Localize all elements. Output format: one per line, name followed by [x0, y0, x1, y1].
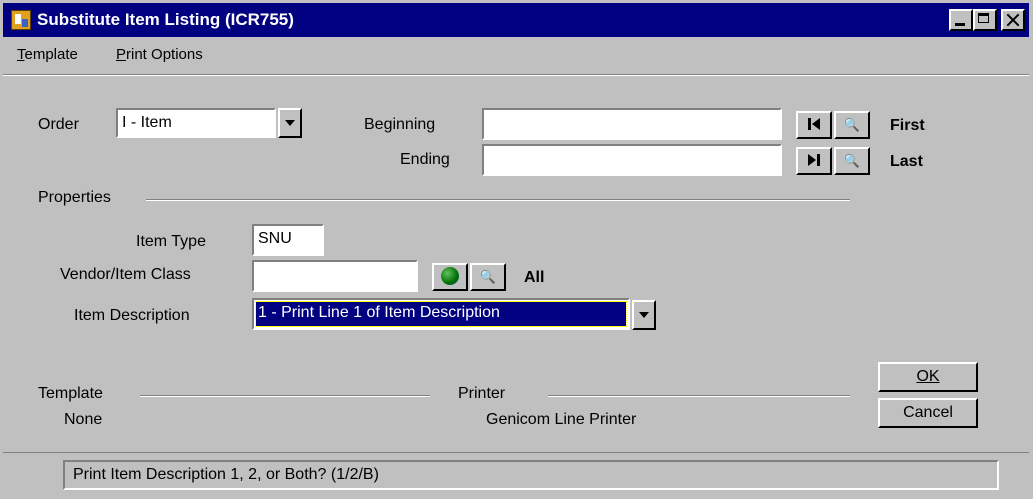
item-description-dropdown-icon[interactable] [632, 300, 656, 330]
printer-value: Genicom Line Printer [486, 411, 637, 428]
printer-heading: Printer [458, 385, 506, 402]
beginning-lookup-button[interactable]: 🔍 [834, 111, 870, 139]
item-description-select[interactable]: 1 - Print Line 1 of Item Description [252, 298, 630, 330]
menu-bar: Template Print Options [3, 38, 1029, 72]
window-title: Substitute Item Listing (ICR755) [37, 10, 294, 29]
title-bar[interactable]: Substitute Item Listing (ICR755) [3, 3, 1029, 37]
app-icon [11, 10, 31, 30]
ending-lookup-button[interactable]: 🔍 [834, 147, 870, 175]
printer-divider [548, 395, 850, 397]
item-type-label: Item Type [136, 233, 206, 250]
vendor-class-all-button[interactable] [432, 263, 468, 291]
menu-print-mnemonic: P [116, 46, 127, 63]
order-dropdown-icon[interactable] [278, 108, 302, 138]
globe-icon [441, 267, 459, 285]
binoculars-icon: 🔍 [843, 153, 861, 168]
beginning-label: Beginning [364, 116, 436, 133]
menu-divider [3, 74, 1029, 76]
last-record-icon [808, 152, 820, 169]
menu-template[interactable]: Template [17, 46, 78, 63]
menu-template-rest: emplate [24, 46, 78, 63]
ok-button[interactable]: OK [878, 362, 978, 392]
vendor-class-label: Vendor/Item Class [60, 266, 191, 283]
ok-button-label: OK [916, 368, 940, 385]
close-icon[interactable] [1001, 9, 1025, 31]
cancel-button[interactable]: Cancel [878, 398, 978, 428]
all-label: All [524, 269, 545, 286]
substitute-item-listing-window: Substitute Item Listing (ICR755) Templat… [0, 0, 1033, 499]
menu-print-options[interactable]: Print Options [116, 46, 203, 63]
template-heading: Template [38, 385, 103, 402]
order-select[interactable]: I - Item [116, 108, 276, 138]
first-record-button[interactable] [796, 111, 832, 139]
vendor-class-lookup-button[interactable]: 🔍 [470, 263, 506, 291]
properties-heading: Properties [38, 189, 111, 206]
ending-label: Ending [400, 151, 450, 168]
first-record-icon [808, 116, 820, 133]
first-label: First [890, 117, 925, 134]
template-value: None [64, 411, 103, 428]
maximize-icon[interactable] [973, 9, 997, 31]
beginning-input[interactable] [482, 108, 782, 140]
last-label: Last [890, 153, 923, 170]
binoculars-icon: 🔍 [843, 117, 861, 132]
status-message: Print Item Description 1, 2, or Both? (1… [63, 460, 999, 490]
cancel-button-label: Cancel [903, 404, 953, 421]
item-description-label: Item Description [74, 307, 190, 324]
properties-divider [146, 199, 850, 201]
vendor-class-input[interactable] [252, 260, 418, 292]
template-divider [140, 395, 430, 397]
ending-input[interactable] [482, 144, 782, 176]
order-label: Order [38, 116, 79, 133]
item-description-selected-option: 1 - Print Line 1 of Item Description [255, 301, 627, 327]
minimize-icon[interactable] [949, 9, 973, 31]
menu-template-mnemonic: T [17, 46, 25, 63]
item-type-input[interactable]: SNU [252, 224, 324, 256]
binoculars-icon: 🔍 [479, 269, 497, 284]
menu-print-rest: rint Options [126, 46, 203, 63]
status-bar: Print Item Description 1, 2, or Both? (1… [3, 452, 1029, 497]
last-record-button[interactable] [796, 147, 832, 175]
